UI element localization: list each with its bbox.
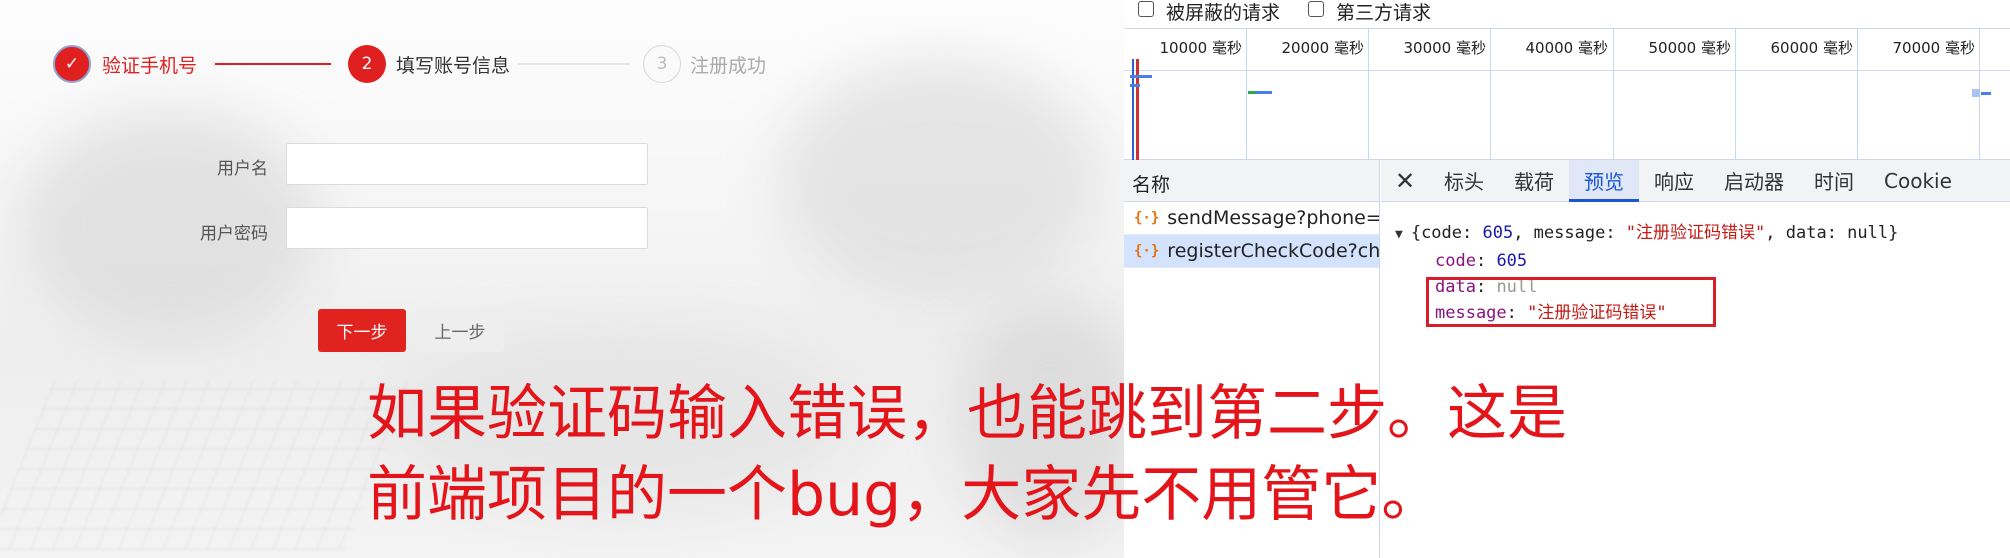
caption-line-2: 前端项目的一个bug，大家先不用管它。	[367, 460, 1442, 530]
timeline-request-bar	[1248, 91, 1256, 94]
third-party-checkbox[interactable]	[1308, 1, 1324, 17]
expand-triangle-icon[interactable]: ▼	[1395, 227, 1403, 242]
blocked-requests-label: 被屏蔽的请求	[1166, 2, 1281, 24]
username-label: 用户名	[217, 159, 268, 179]
timeline-tick-label: 10000 毫秒	[1159, 39, 1243, 57]
previous-step-button[interactable]: 上一步	[416, 309, 504, 352]
step-2-label: 填写账号信息	[396, 55, 511, 77]
network-timeline[interactable]: 10000 毫秒 20000 毫秒 30000 毫秒 40000 毫秒 5000…	[1124, 28, 2010, 161]
request-name: sendMessage?phone=...	[1167, 207, 1379, 229]
timeline-tick	[1613, 29, 1614, 161]
tab-response[interactable]: 响应	[1639, 160, 1709, 201]
timeline-tick-label: 30000 毫秒	[1403, 39, 1487, 57]
timeline-tick	[1857, 29, 1858, 161]
step-3-number: 3	[643, 45, 681, 83]
blocked-requests-checkbox[interactable]	[1138, 1, 1154, 17]
step-1-check-icon: ✓	[53, 45, 91, 83]
tab-payload[interactable]: 载荷	[1499, 160, 1569, 201]
json-summary-row[interactable]: ▼ {code: 605, message: "注册验证码错误", data: n…	[1395, 220, 2010, 248]
timeline-request-bar	[1130, 84, 1140, 87]
xhr-icon: {·}	[1134, 210, 1160, 226]
step-2-number: 2	[348, 45, 386, 83]
caption-line-1: 如果验证码输入错误，也能跳到第二步。这是	[367, 379, 1567, 449]
request-detail: ✕ 标头 载荷 预览 响应 启动器 时间 Cookie ▼ {code: 605,…	[1381, 160, 2010, 558]
tab-preview[interactable]: 预览	[1569, 160, 1639, 202]
step-connector	[215, 63, 331, 65]
timeline-tick-label: 50000 毫秒	[1648, 39, 1732, 57]
close-icon[interactable]: ✕	[1381, 160, 1429, 201]
next-step-button[interactable]: 下一步	[318, 309, 406, 352]
timeline-tick-label: 60000 毫秒	[1770, 39, 1854, 57]
timeline-request-bar	[1981, 92, 1991, 95]
timeline-tick-label: 40000 毫秒	[1525, 39, 1609, 57]
timeline-tick-label: 70000 毫秒	[1892, 39, 1976, 57]
timeline-tick	[1490, 29, 1491, 161]
timeline-tick	[1246, 29, 1247, 161]
request-row[interactable]: {·} registerCheckCode?ch...	[1124, 235, 1379, 268]
request-row[interactable]: {·} sendMessage?phone=...	[1124, 202, 1379, 235]
tab-initiator[interactable]: 启动器	[1709, 160, 1799, 201]
timeline-tick-label: 20000 毫秒	[1281, 39, 1365, 57]
timeline-tick	[1735, 29, 1736, 161]
timeline-tick	[1368, 29, 1369, 161]
message-highlight-box	[1426, 277, 1716, 327]
tab-timing[interactable]: 时间	[1799, 160, 1869, 201]
name-column-header[interactable]: 名称	[1124, 160, 1379, 202]
step-3-label: 注册成功	[690, 55, 767, 77]
username-input[interactable]	[286, 143, 648, 185]
xhr-icon: {·}	[1134, 243, 1160, 259]
password-input[interactable]	[286, 207, 648, 249]
timeline-request-bar	[1972, 89, 1980, 97]
json-code-row: code: 605	[1435, 251, 1528, 271]
timeline-request-bar	[1130, 75, 1152, 78]
tab-cookies[interactable]: Cookie	[1869, 160, 1967, 201]
background-keyboard	[0, 380, 415, 550]
detail-tabs: ✕ 标头 载荷 预览 响应 启动器 时间 Cookie	[1381, 160, 2010, 202]
step-connector	[518, 63, 630, 65]
tab-headers[interactable]: 标头	[1429, 160, 1499, 201]
third-party-label: 第三方请求	[1336, 2, 1432, 24]
timeline-request-bar	[1256, 91, 1272, 94]
filter-row: 被屏蔽的请求 第三方请求	[1124, 0, 2010, 28]
request-name: registerCheckCode?ch...	[1167, 240, 1379, 262]
step-1-label: 验证手机号	[102, 55, 198, 77]
password-label: 用户密码	[200, 224, 268, 244]
background-blur	[780, 60, 1100, 300]
